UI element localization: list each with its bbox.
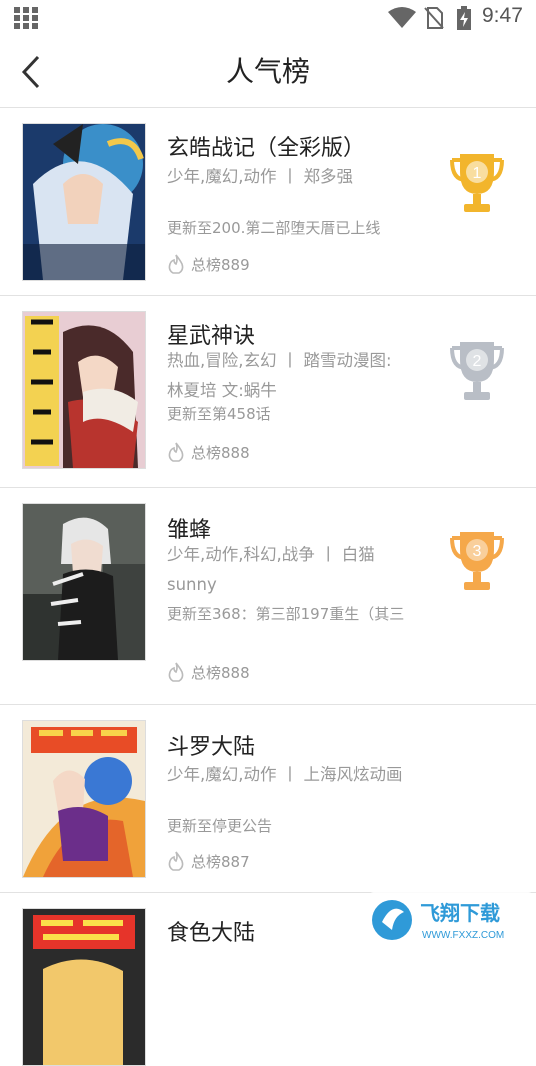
status-bar: 9:47 [0,0,536,36]
comic-cover[interactable] [22,311,146,469]
wifi-icon [388,7,416,28]
comic-meta: 少年,动作,科幻,战争 丨 白猫sunny [167,545,375,594]
comic-cover[interactable] [22,720,146,878]
comic-rank: 总榜888 [167,662,250,683]
comic-title: 食色大陆 [167,921,256,946]
silver-trophy-icon: 2 [450,342,504,400]
gold-trophy-icon: 1 [450,154,504,212]
page-title: 人气榜 [225,55,310,88]
comic-update: 更新至200.第二部堕天厝已上线 [167,219,381,237]
comic-rank-label: 总榜888 [191,444,250,462]
ranking-list: 玄皓战记（全彩版） 少年,魔幻,动作 丨 郑多强 更新至200.第二部堕天厝已上… [0,108,536,1066]
comic-update: 更新至第458话 [167,405,271,423]
comic-meta: 少年,魔幻,动作 丨 上海风炫动画 [167,765,403,784]
fire-icon [168,442,184,462]
comic-update: 更新至368：第三部197重生（其三 [167,605,405,623]
svg-text:2: 2 [473,353,482,370]
comic-meta: 少年,魔幻,动作 丨 郑多强 [167,167,353,186]
clock: 9:47 [482,4,523,27]
comic-list-item[interactable]: 斗罗大陆 少年,魔幻,动作 丨 上海风炫动画 更新至停更公告 总榜887 [0,705,536,893]
svg-text:3: 3 [473,543,482,560]
comic-list-item[interactable]: 玄皓战记（全彩版） 少年,魔幻,动作 丨 郑多强 更新至200.第二部堕天厝已上… [0,108,536,296]
no-sim-icon [424,7,444,29]
comic-rank-label: 总榜887 [191,853,250,871]
comic-cover[interactable] [22,908,146,1066]
battery-charging-icon [457,6,471,30]
svg-text:WWW.FXXZ.COM: WWW.FXXZ.COM [422,930,504,941]
comic-title: 玄皓战记（全彩版） [167,136,366,161]
comic-rank-label: 总榜889 [191,256,250,274]
comic-title: 斗罗大陆 [167,735,256,760]
comic-cover[interactable] [22,123,146,281]
comic-cover[interactable] [22,503,146,661]
bronze-trophy-icon: 3 [450,532,504,590]
comic-update: 更新至停更公告 [167,817,273,835]
fire-icon [168,662,184,682]
comic-list-item[interactable]: 星武神诀 热血,冒险,玄幻 丨 踏雪动漫图:林夏培 文:蜗牛 更新至第458话 … [0,296,536,488]
comic-list-item[interactable]: 雏蜂 少年,动作,科幻,战争 丨 白猫sunny 更新至368：第三部197重生… [0,488,536,705]
svg-text:1: 1 [473,165,482,182]
comic-rank: 总榜889 [167,254,250,275]
comic-rank: 总榜888 [167,442,250,463]
comic-rank-label: 总榜888 [191,664,250,682]
fire-icon [168,851,184,871]
comic-meta: 热血,冒险,玄幻 丨 踏雪动漫图:林夏培 文:蜗牛 [167,351,392,400]
app-grid-icon [14,7,38,29]
header: 人气榜 [0,36,536,108]
watermark-logo: 飞翔下载 WWW.FXXZ.COM [368,892,534,948]
fire-icon [168,254,184,274]
svg-text:飞翔下载: 飞翔下载 [420,901,500,925]
comic-rank: 总榜887 [167,851,250,872]
